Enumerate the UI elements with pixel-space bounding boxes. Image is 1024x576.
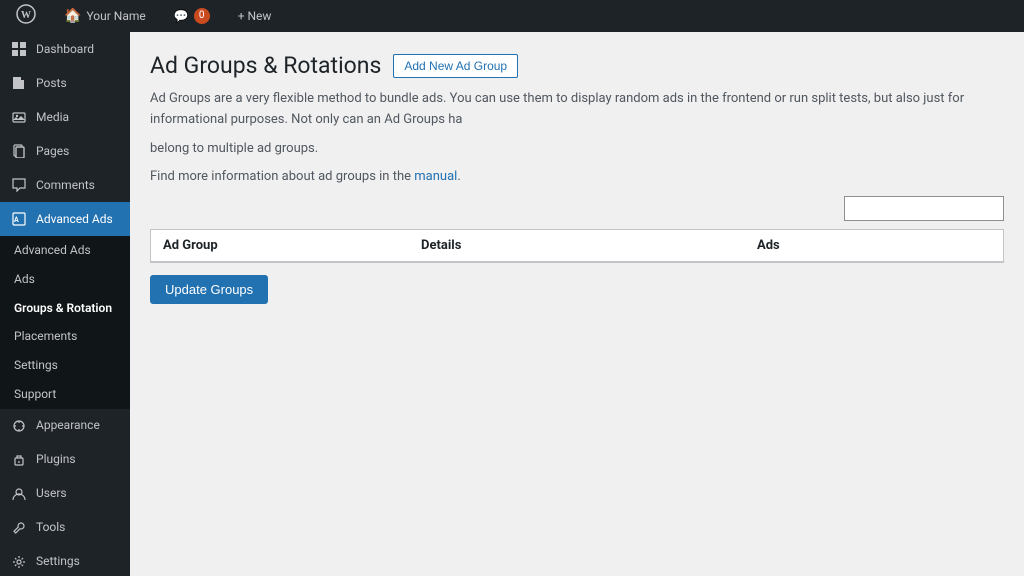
comments-icon — [10, 176, 28, 194]
sidebar-item-pages[interactable]: Pages — [0, 134, 130, 168]
sidebar-sub-support[interactable]: Support — [0, 380, 130, 409]
settings-label: Settings — [36, 553, 80, 570]
sidebar: Dashboard Posts Media Pages Comments — [0, 32, 130, 576]
media-icon — [10, 108, 28, 126]
users-label: Users — [36, 485, 67, 502]
pages-label: Pages — [36, 143, 69, 160]
sub-settings-label: Settings — [14, 357, 58, 374]
dashboard-label: Dashboard — [36, 41, 94, 58]
table-header: Ad Group Details Ads — [151, 230, 1003, 262]
search-row — [150, 196, 1004, 221]
column-header-details: Details — [409, 230, 745, 261]
period: . — [457, 169, 460, 184]
sidebar-item-appearance[interactable]: Appearance — [0, 409, 130, 443]
sidebar-submenu: Advanced Ads Ads Groups & Rotation Place… — [0, 236, 130, 409]
posts-label: Posts — [36, 75, 67, 92]
search-input[interactable] — [844, 196, 1004, 221]
users-icon — [10, 485, 28, 503]
sub-ads-label: Ads — [14, 271, 35, 288]
settings-icon — [10, 553, 28, 571]
manual-link[interactable]: manual — [414, 169, 457, 184]
sidebar-item-comments[interactable]: Comments — [0, 168, 130, 202]
update-btn-row: Update Groups — [150, 275, 1004, 304]
sidebar-sub-settings[interactable]: Settings — [0, 351, 130, 380]
sidebar-sub-advanced-ads[interactable]: Advanced Ads — [0, 236, 130, 265]
svg-text:W: W — [21, 10, 31, 21]
wp-logo-item[interactable]: W — [10, 0, 42, 32]
appearance-icon — [10, 417, 28, 435]
posts-icon — [10, 74, 28, 92]
add-new-ad-group-button[interactable]: Add New Ad Group — [393, 54, 518, 78]
sidebar-item-advanced-ads[interactable]: A Advanced Ads — [0, 202, 130, 236]
sidebar-item-plugins[interactable]: Plugins — [0, 443, 130, 477]
update-groups-button[interactable]: Update Groups — [150, 275, 268, 304]
comments-label: Comments — [36, 177, 95, 194]
content-area: Ad Groups & Rotations Add New Ad Group A… — [130, 32, 1024, 576]
page-title: Ad Groups & Rotations — [150, 52, 381, 79]
sidebar-item-users[interactable]: Users — [0, 477, 130, 511]
dashboard-icon — [10, 40, 28, 58]
advanced-ads-icon: A — [10, 210, 28, 228]
main-layout: Dashboard Posts Media Pages Comments — [0, 32, 1024, 576]
sidebar-item-posts[interactable]: Posts — [0, 66, 130, 100]
new-item[interactable]: + New — [232, 0, 278, 32]
description-line-1: Ad Groups are a very flexible method to … — [150, 89, 1004, 131]
column-header-ad-group: Ad Group — [151, 230, 409, 261]
sidebar-sub-ads[interactable]: Ads — [0, 265, 130, 294]
manual-text-row: Find more information about ad groups in… — [150, 167, 1004, 188]
plugins-label: Plugins — [36, 451, 76, 468]
pages-icon — [10, 142, 28, 160]
sub-advanced-ads-label: Advanced Ads — [14, 242, 91, 259]
description-line-2: belong to multiple ad groups. — [150, 139, 1004, 160]
sub-placements-label: Placements — [14, 328, 77, 345]
svg-text:A: A — [14, 216, 19, 224]
sidebar-item-media[interactable]: Media — [0, 100, 130, 134]
comments-count: 0 — [194, 8, 210, 24]
admin-bar: W 🏠 Your Name 💬 0 + New — [0, 0, 1024, 32]
sidebar-sub-placements[interactable]: Placements — [0, 322, 130, 351]
sidebar-item-tools[interactable]: Tools — [0, 511, 130, 545]
column-header-ads: Ads — [745, 230, 1003, 261]
ad-groups-table: Ad Group Details Ads — [150, 229, 1004, 263]
comments-item[interactable]: 💬 0 — [168, 0, 216, 32]
sub-groups-rotation-label: Groups & Rotation — [14, 300, 112, 317]
page-title-row: Ad Groups & Rotations Add New Ad Group — [150, 52, 1004, 79]
sidebar-item-dashboard[interactable]: Dashboard — [0, 32, 130, 66]
tools-icon — [10, 519, 28, 537]
sub-support-label: Support — [14, 386, 56, 403]
advanced-ads-label: Advanced Ads — [36, 211, 113, 228]
appearance-label: Appearance — [36, 417, 100, 434]
comment-icon: 💬 — [174, 9, 189, 23]
manual-text: Find more information about ad groups in… — [150, 169, 411, 184]
site-name-label: Your Name — [86, 9, 145, 23]
sidebar-sub-groups-rotation[interactable]: Groups & Rotation — [0, 294, 130, 323]
home-icon: 🏠 — [64, 8, 81, 24]
tools-label: Tools — [36, 519, 65, 536]
wp-logo-icon: W — [16, 4, 36, 29]
plugins-icon — [10, 451, 28, 469]
new-label: + New — [238, 9, 272, 23]
site-name-item[interactable]: 🏠 Your Name — [58, 0, 152, 32]
media-label: Media — [36, 109, 69, 126]
sidebar-item-settings[interactable]: Settings — [0, 545, 130, 576]
